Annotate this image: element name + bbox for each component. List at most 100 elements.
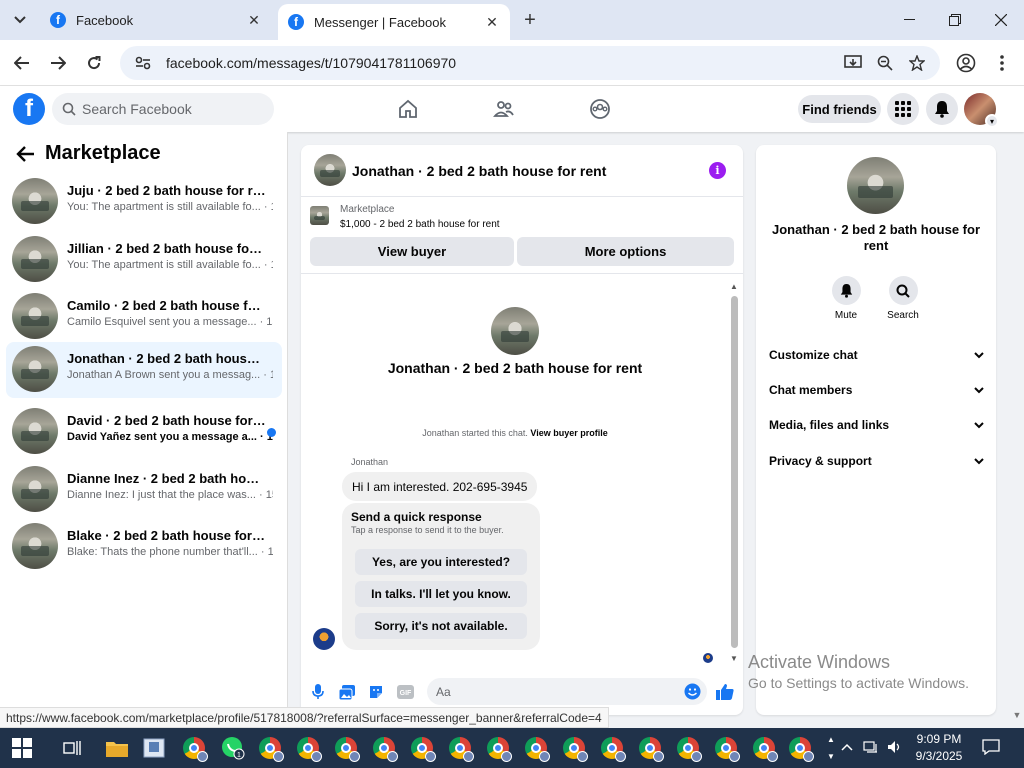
chrome-profile-icon[interactable] bbox=[598, 734, 626, 762]
notifications-button[interactable] bbox=[926, 93, 958, 125]
conversation-item[interactable]: Jonathan · 2 bed 2 bath house for ... Jon… bbox=[6, 342, 282, 398]
chat-title[interactable]: Jonathan · 2 bed 2 bath house for rent bbox=[352, 163, 606, 179]
search-icon bbox=[62, 102, 76, 116]
minimize-button[interactable] bbox=[886, 0, 932, 40]
photo-icon[interactable] bbox=[338, 683, 356, 701]
emoji-icon[interactable] bbox=[684, 683, 701, 700]
listing-avatar[interactable] bbox=[847, 157, 904, 214]
friends-nav-button[interactable] bbox=[492, 97, 516, 121]
message-sender: Jonathan bbox=[351, 457, 389, 467]
reload-button[interactable] bbox=[80, 49, 108, 77]
chrome-profile-icon[interactable] bbox=[636, 734, 664, 762]
chat-scrollbar[interactable]: ▲ ▼ bbox=[729, 282, 739, 664]
file-explorer-icon[interactable] bbox=[103, 734, 131, 762]
taskbar-clock[interactable]: 9:09 PM 9/3/2025 bbox=[909, 731, 969, 765]
conversation-item[interactable]: Dianne Inez · 2 bed 2 bath house f... Dia… bbox=[6, 462, 282, 518]
sticker-icon[interactable] bbox=[367, 683, 385, 701]
quick-reply-button[interactable]: Yes, are you interested? bbox=[355, 549, 527, 575]
zoom-icon[interactable] bbox=[876, 54, 894, 72]
marketplace-conversation-list: Marketplace Juju · 2 bed 2 bath house fo… bbox=[0, 132, 288, 710]
chrome-profile-icon[interactable] bbox=[370, 734, 398, 762]
chrome-profile-icon[interactable] bbox=[484, 734, 512, 762]
close-window-button[interactable] bbox=[978, 0, 1024, 40]
find-friends-button[interactable]: Find friends bbox=[798, 95, 881, 123]
conversation-item[interactable]: Jillian · 2 bed 2 bath house for rent You… bbox=[6, 232, 282, 288]
message-composer: GIF Aa bbox=[301, 675, 743, 709]
more-options-button[interactable]: More options bbox=[517, 237, 734, 266]
privacy-support-section[interactable]: Privacy & support bbox=[769, 451, 984, 471]
view-buyer-profile-link[interactable]: View buyer profile bbox=[530, 428, 607, 438]
back-arrow-icon[interactable] bbox=[16, 144, 36, 164]
conversation-item[interactable]: David · 2 bed 2 bath house for re... Davi… bbox=[6, 404, 282, 460]
whatsapp-icon[interactable]: 1 bbox=[219, 734, 247, 762]
chrome-profile-icon[interactable] bbox=[750, 734, 778, 762]
thumbs-up-icon[interactable] bbox=[716, 683, 734, 701]
profile-button[interactable] bbox=[954, 51, 978, 75]
quick-reply-button[interactable]: In talks. I'll let you know. bbox=[355, 581, 527, 607]
conversation-preview: Dianne Inez: I just that the place was..… bbox=[67, 489, 273, 501]
account-avatar[interactable]: ▾ bbox=[964, 93, 999, 128]
browser-menu-button[interactable] bbox=[990, 51, 1014, 75]
chrome-profile-icon[interactable] bbox=[446, 734, 474, 762]
scroll-up-icon[interactable]: ▲ bbox=[729, 282, 739, 292]
conversation-item[interactable]: Blake · 2 bed 2 bath house for rent Blake… bbox=[6, 519, 282, 575]
details-title: Jonathan · 2 bed 2 bath house for rent bbox=[771, 222, 981, 253]
message-input[interactable]: Aa bbox=[427, 678, 707, 705]
address-bar[interactable]: facebook.com/messages/t/1079041781106970 bbox=[120, 46, 940, 80]
gif-icon[interactable]: GIF bbox=[396, 683, 414, 701]
tab-facebook[interactable]: f Facebook ✕ bbox=[40, 2, 272, 38]
info-icon[interactable]: i bbox=[709, 162, 726, 179]
chrome-profile-icon[interactable] bbox=[332, 734, 360, 762]
network-status-icon[interactable] bbox=[862, 738, 880, 756]
chevron-down-icon: ▾ bbox=[985, 114, 999, 128]
tab-search-button[interactable] bbox=[6, 6, 34, 34]
view-buyer-button[interactable]: View buyer bbox=[310, 237, 514, 266]
volume-icon[interactable] bbox=[886, 738, 904, 756]
tab-messenger[interactable]: f Messenger | Facebook ✕ bbox=[278, 4, 510, 40]
groups-nav-button[interactable] bbox=[588, 97, 612, 121]
facebook-search-input[interactable]: Search Facebook bbox=[52, 93, 274, 125]
mute-button[interactable]: Mute bbox=[826, 276, 866, 321]
listing-thumbnail[interactable] bbox=[310, 206, 329, 225]
listing-price[interactable]: $1,000 - 2 bed 2 bath house for rent bbox=[340, 219, 500, 230]
conversation-item[interactable]: Juju · 2 bed 2 bath house for rent You: T… bbox=[6, 174, 282, 230]
install-app-icon[interactable] bbox=[844, 54, 862, 72]
chrome-profile-icon[interactable] bbox=[408, 734, 436, 762]
menu-grid-button[interactable] bbox=[887, 93, 919, 125]
scroll-down-icon[interactable]: ▼ bbox=[729, 654, 739, 664]
search-in-chat-button[interactable]: Search bbox=[883, 276, 923, 321]
chrome-profile-icon[interactable] bbox=[712, 734, 740, 762]
bookmark-star-icon[interactable] bbox=[908, 54, 926, 72]
facebook-logo-icon[interactable]: f bbox=[13, 93, 45, 125]
forward-button[interactable] bbox=[44, 49, 72, 77]
close-tab-icon[interactable]: ✕ bbox=[484, 14, 500, 30]
close-tab-icon[interactable]: ✕ bbox=[246, 12, 262, 28]
chrome-profile-icon[interactable] bbox=[786, 734, 814, 762]
page-scroll-down-icon[interactable]: ▼ bbox=[1010, 710, 1024, 728]
notification-center-icon[interactable] bbox=[982, 738, 1000, 756]
conversation-item[interactable]: Camilo · 2 bed 2 bath house for rent Cami… bbox=[6, 289, 282, 345]
restore-button[interactable] bbox=[932, 0, 978, 40]
chat-members-section[interactable]: Chat members bbox=[769, 380, 984, 400]
home-nav-button[interactable] bbox=[396, 97, 420, 121]
listing-thumbnail[interactable] bbox=[314, 154, 346, 186]
new-tab-button[interactable]: + bbox=[520, 9, 540, 31]
chrome-profile-icon[interactable] bbox=[560, 734, 588, 762]
chrome-profile-icon[interactable] bbox=[180, 734, 208, 762]
task-view-icon[interactable] bbox=[58, 734, 86, 762]
show-hidden-icons-icon[interactable] bbox=[838, 738, 856, 756]
chevron-down-icon bbox=[14, 16, 26, 24]
bell-icon bbox=[831, 276, 861, 305]
customize-chat-section[interactable]: Customize chat bbox=[769, 345, 984, 365]
chrome-profile-icon[interactable] bbox=[674, 734, 702, 762]
pinned-app-icon[interactable] bbox=[140, 734, 168, 762]
chrome-profile-icon[interactable] bbox=[294, 734, 322, 762]
quick-reply-button[interactable]: Sorry, it's not available. bbox=[355, 613, 527, 639]
back-button[interactable] bbox=[8, 49, 36, 77]
windows-start-icon[interactable] bbox=[12, 738, 32, 758]
chrome-profile-icon[interactable] bbox=[522, 734, 550, 762]
media-files-section[interactable]: Media, files and links bbox=[769, 415, 984, 435]
microphone-icon[interactable] bbox=[309, 683, 327, 701]
scrollbar-thumb[interactable] bbox=[731, 296, 738, 648]
chrome-profile-icon[interactable] bbox=[256, 734, 284, 762]
